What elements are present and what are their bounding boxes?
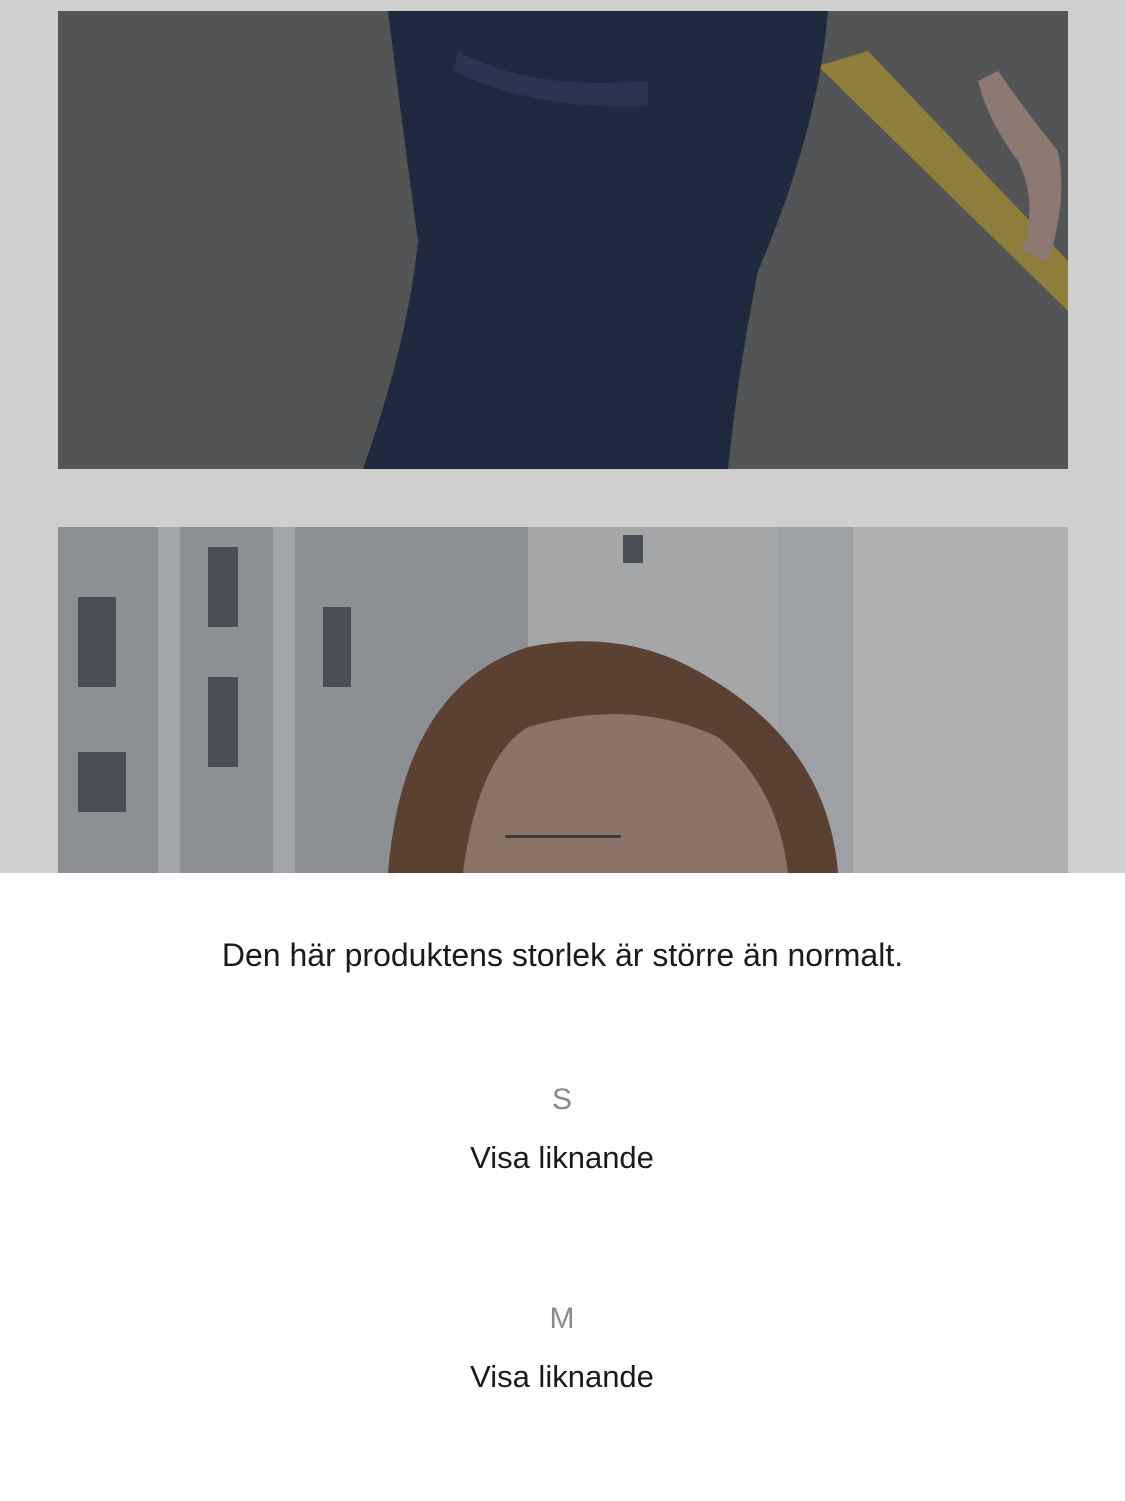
product-photo-jeans[interactable] — [58, 11, 1068, 469]
sheet-drag-handle[interactable] — [505, 835, 621, 838]
show-similar-link-s[interactable]: Visa liknande — [362, 1138, 762, 1178]
jeans-photo-graphic — [58, 11, 1068, 469]
size-bottom-sheet: Den här produktens storlek är större än … — [0, 873, 1125, 1501]
product-photo-model-face[interactable] — [58, 527, 1068, 873]
size-label-m: M — [549, 1302, 575, 1335]
show-similar-link-m[interactable]: Visa liknande — [362, 1357, 762, 1397]
product-gallery — [0, 0, 1125, 873]
size-label-s: S — [551, 1083, 572, 1116]
size-option-m[interactable]: M Visa liknande — [362, 1299, 762, 1429]
model-photo-graphic — [58, 527, 1068, 873]
size-fit-message: Den här produktens storlek är större än … — [221, 937, 904, 973]
size-option-s[interactable]: S Visa liknande — [362, 1080, 762, 1210]
